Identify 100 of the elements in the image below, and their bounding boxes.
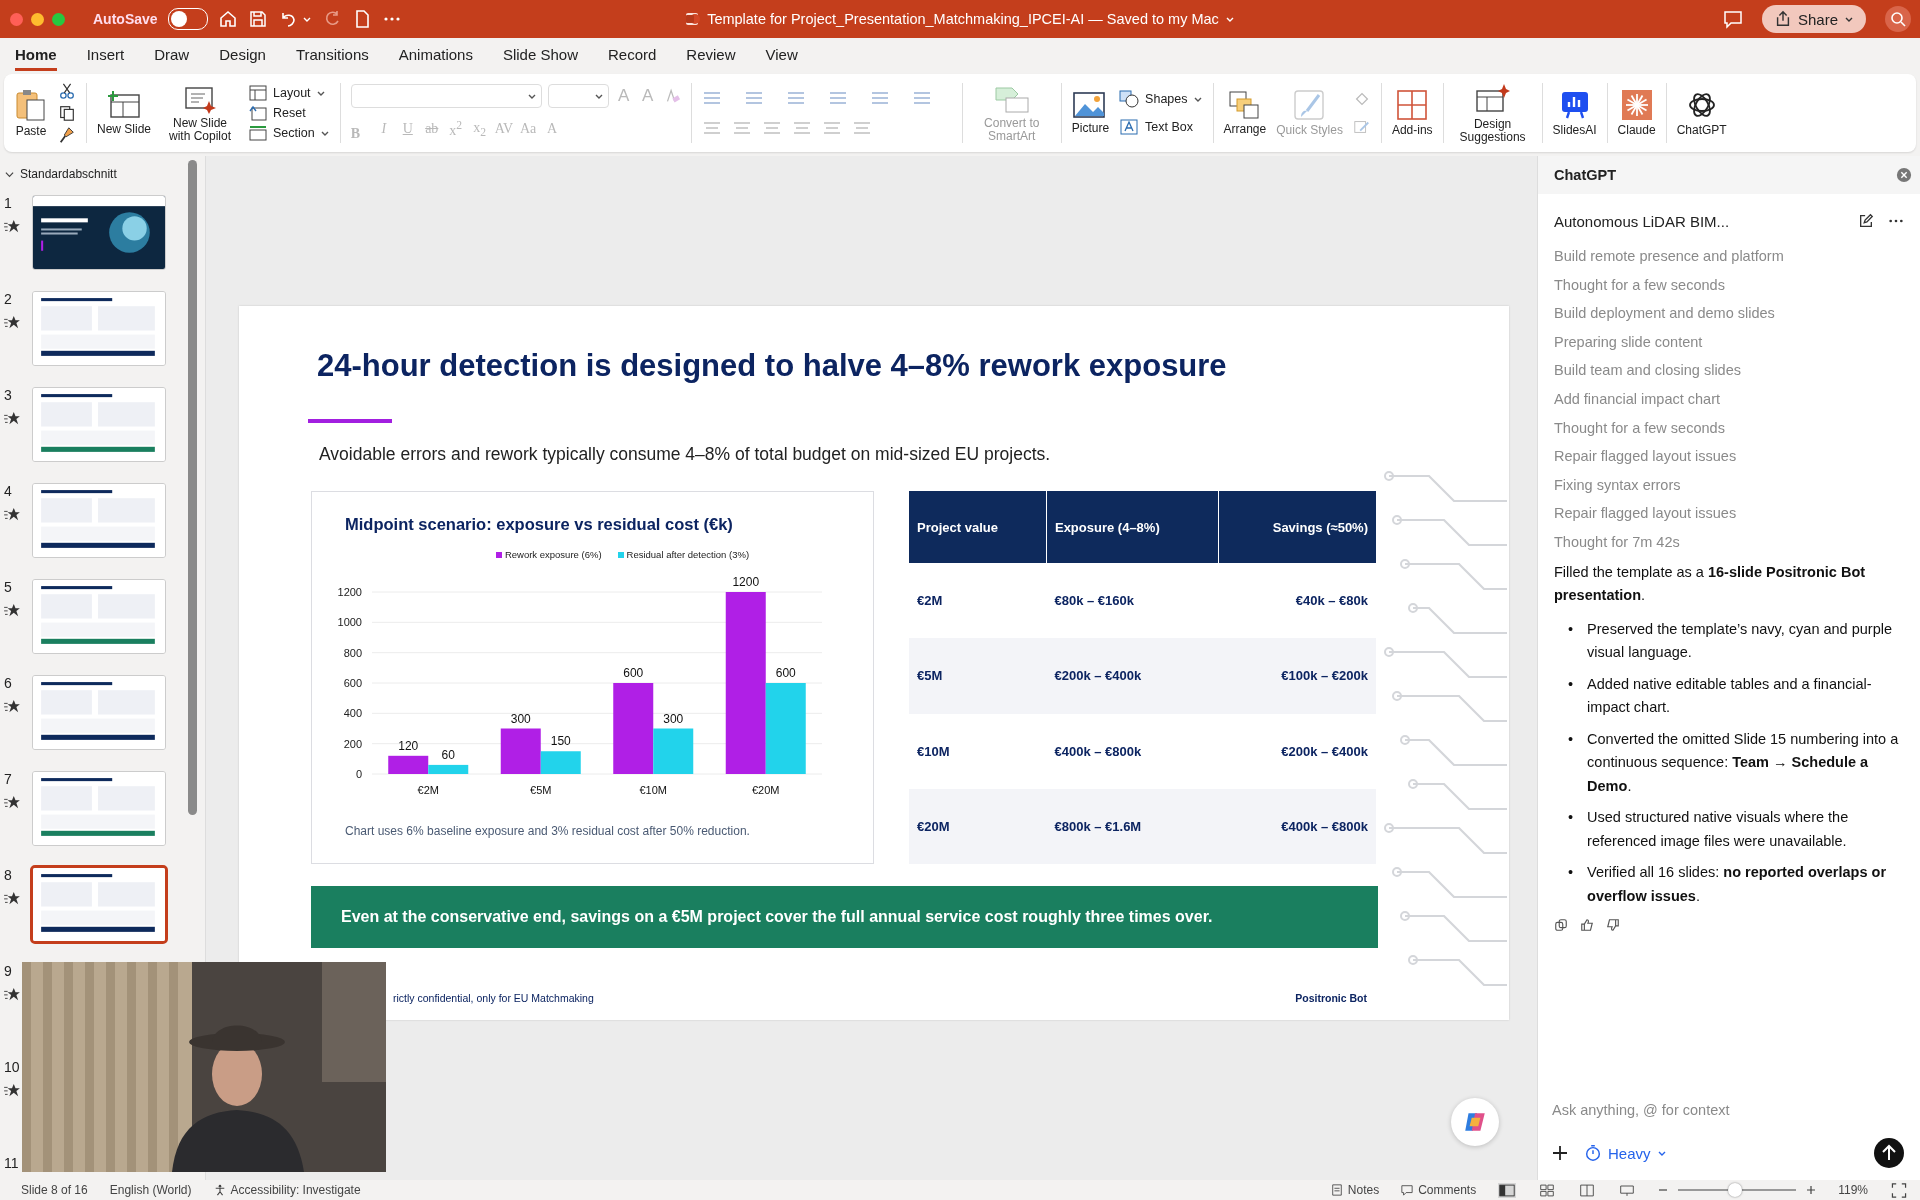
step-text[interactable]: Add financial impact chart bbox=[1554, 384, 1904, 414]
step-text[interactable]: Repair flagged layout issues bbox=[1554, 442, 1904, 471]
slide-sparkle-icon bbox=[1474, 82, 1511, 115]
copy-icon[interactable] bbox=[1554, 918, 1568, 933]
ribbon-tab[interactable]: Animations bbox=[398, 39, 473, 71]
cut-icon[interactable] bbox=[58, 82, 76, 100]
close-icon[interactable] bbox=[1896, 167, 1912, 183]
data-label: 150 bbox=[550, 734, 571, 749]
new-slide-icon bbox=[107, 90, 141, 120]
scrollbar[interactable] bbox=[188, 160, 197, 815]
step-text[interactable]: Preparing slide content bbox=[1554, 327, 1904, 357]
fit-icon[interactable] bbox=[1890, 1182, 1908, 1198]
notes-button[interactable]: Notes bbox=[1330, 1183, 1380, 1197]
thumbs-down-icon[interactable] bbox=[1606, 918, 1620, 933]
arrange-button[interactable]: Arrange bbox=[1223, 90, 1267, 136]
section-button[interactable]: Section bbox=[249, 125, 315, 141]
minimize-icon[interactable] bbox=[31, 12, 44, 26]
save-icon[interactable] bbox=[247, 9, 268, 29]
layout-button[interactable]: Layout bbox=[249, 85, 311, 101]
paste-button[interactable]: Paste bbox=[14, 88, 48, 138]
home-icon[interactable] bbox=[217, 9, 238, 29]
design-suggestions-button[interactable]: Design Suggestions bbox=[1453, 82, 1532, 144]
ribbon-tab[interactable]: Slide Show bbox=[502, 39, 578, 71]
add-ins-button[interactable]: Add-ins bbox=[1391, 89, 1433, 137]
footer-text: Positronic Bot bbox=[1295, 992, 1367, 1004]
shapes-button[interactable]: Shapes bbox=[1119, 90, 1188, 108]
step-text[interactable]: Build remote presence and platform bbox=[1554, 242, 1904, 271]
notes-icon bbox=[1330, 1184, 1343, 1196]
star-icon bbox=[4, 699, 20, 713]
accessibility-status[interactable]: Accessibility: Investigate bbox=[230, 1183, 361, 1197]
axis-label: 400 bbox=[343, 707, 362, 720]
data-label: 1200 bbox=[732, 575, 760, 589]
ribbon-tab[interactable]: Draw bbox=[154, 39, 190, 71]
brush-icon bbox=[1292, 89, 1327, 121]
new-slide-button[interactable]: New Slide bbox=[97, 90, 152, 136]
chevron-icon[interactable] bbox=[5, 169, 14, 179]
slidesai-button[interactable]: SlidesAI bbox=[1552, 89, 1597, 137]
format-painter-icon[interactable] bbox=[58, 126, 76, 144]
step-text[interactable]: Build team and closing slides bbox=[1554, 356, 1904, 385]
slide-number: 9 bbox=[4, 963, 12, 979]
data-label: 300 bbox=[663, 711, 684, 726]
share-button[interactable]: Share bbox=[1761, 5, 1866, 33]
picture-button[interactable]: Picture bbox=[1071, 91, 1110, 135]
column-header: Exposure (4–8%) bbox=[1046, 491, 1219, 563]
comments-button[interactable]: Comments bbox=[1401, 1183, 1477, 1197]
table-cell: €20M bbox=[909, 788, 1047, 864]
ribbon-tab[interactable]: Review bbox=[686, 39, 736, 71]
chatgpt-button[interactable]: ChatGPT bbox=[1676, 89, 1727, 137]
step-text[interactable]: Thought for a few seconds bbox=[1554, 270, 1904, 300]
autosave-toggle[interactable] bbox=[167, 8, 208, 30]
search-icon[interactable] bbox=[1884, 5, 1912, 33]
edit-icon[interactable] bbox=[1858, 213, 1874, 229]
ribbon-tab[interactable]: Design bbox=[219, 39, 266, 71]
document-title[interactable]: Template for Project_Presentation_Matchmaking_IPCEI-AI — Saved to my Mac bbox=[707, 11, 1219, 27]
claude-button[interactable]: Claude bbox=[1617, 89, 1656, 137]
table-cell: €2M bbox=[909, 563, 1047, 639]
comment-icon[interactable] bbox=[1721, 8, 1744, 30]
thumbs-up-icon[interactable] bbox=[1580, 918, 1594, 933]
banner-text: Even at the conservative end, savings on a €5M project cover the full annual service cost roughly three times over. bbox=[341, 908, 1213, 926]
ribbon-tab[interactable]: View bbox=[765, 39, 798, 71]
axis-label: 200 bbox=[343, 737, 362, 750]
step-text[interactable]: Thought for a few seconds bbox=[1554, 413, 1904, 443]
text-box-button[interactable]: Text Box bbox=[1119, 118, 1194, 136]
mode-dropdown[interactable]: Heavy bbox=[1584, 1144, 1667, 1162]
ribbon-tab[interactable]: Record bbox=[608, 39, 657, 71]
slide-thumbnail[interactable] bbox=[30, 865, 168, 944]
ribbon-tab[interactable]: Home bbox=[15, 39, 57, 71]
message-text: Filled the template as a 16-slide Positronic Bot presentation. bbox=[1554, 562, 1867, 606]
bullet-marker: • bbox=[1568, 808, 1574, 828]
step-text[interactable]: Build deployment and demo slides bbox=[1554, 299, 1904, 328]
table-cell: €800k – €1.6M bbox=[1046, 788, 1219, 864]
step-text[interactable]: Repair flagged layout issues bbox=[1554, 499, 1904, 528]
copy-icon[interactable] bbox=[58, 104, 76, 122]
table-cell: €10M bbox=[909, 713, 1047, 789]
grid-view-icon[interactable] bbox=[1538, 1182, 1557, 1198]
zoom-level[interactable]: 119% bbox=[1838, 1183, 1868, 1197]
language-label[interactable]: English (World) bbox=[109, 1183, 192, 1197]
bullet-text: Used structured native visuals where the referenced image files were unavailable. bbox=[1587, 808, 1850, 851]
step-text[interactable]: Thought for 7m 42s bbox=[1554, 527, 1904, 557]
reset-button[interactable]: Reset bbox=[249, 105, 306, 121]
plus-icon[interactable] bbox=[1552, 1145, 1568, 1161]
star-icon bbox=[4, 1083, 20, 1097]
bullet-text: Verified all 16 slides: no reported overlaps or overflow issues. bbox=[1587, 863, 1888, 906]
copilot-button[interactable] bbox=[1451, 1098, 1499, 1146]
axis-label: €20M bbox=[752, 784, 780, 796]
zoom-in-icon[interactable] bbox=[1806, 1185, 1817, 1195]
arrange-icon bbox=[1227, 90, 1262, 120]
table-cell: €200k – €400k bbox=[1046, 638, 1219, 714]
send-button[interactable] bbox=[1874, 1138, 1904, 1168]
new-slide-with-copilot-button[interactable]: New Slide with Copilot bbox=[161, 83, 240, 143]
ribbon-tab[interactable]: Transitions bbox=[295, 39, 369, 71]
presenter-view-icon[interactable] bbox=[1618, 1182, 1637, 1198]
bullet-marker: • bbox=[1568, 863, 1574, 883]
zoom-slider[interactable] bbox=[1727, 1183, 1742, 1197]
ribbon-tab[interactable]: Insert bbox=[86, 39, 125, 71]
normal-view-icon[interactable] bbox=[1498, 1182, 1517, 1198]
section-label[interactable]: Standardabschnitt bbox=[20, 167, 117, 181]
step-text[interactable]: Fixing syntax errors bbox=[1554, 470, 1904, 500]
accessibility-icon[interactable] bbox=[213, 1184, 226, 1196]
book-view-icon[interactable] bbox=[1578, 1182, 1597, 1198]
